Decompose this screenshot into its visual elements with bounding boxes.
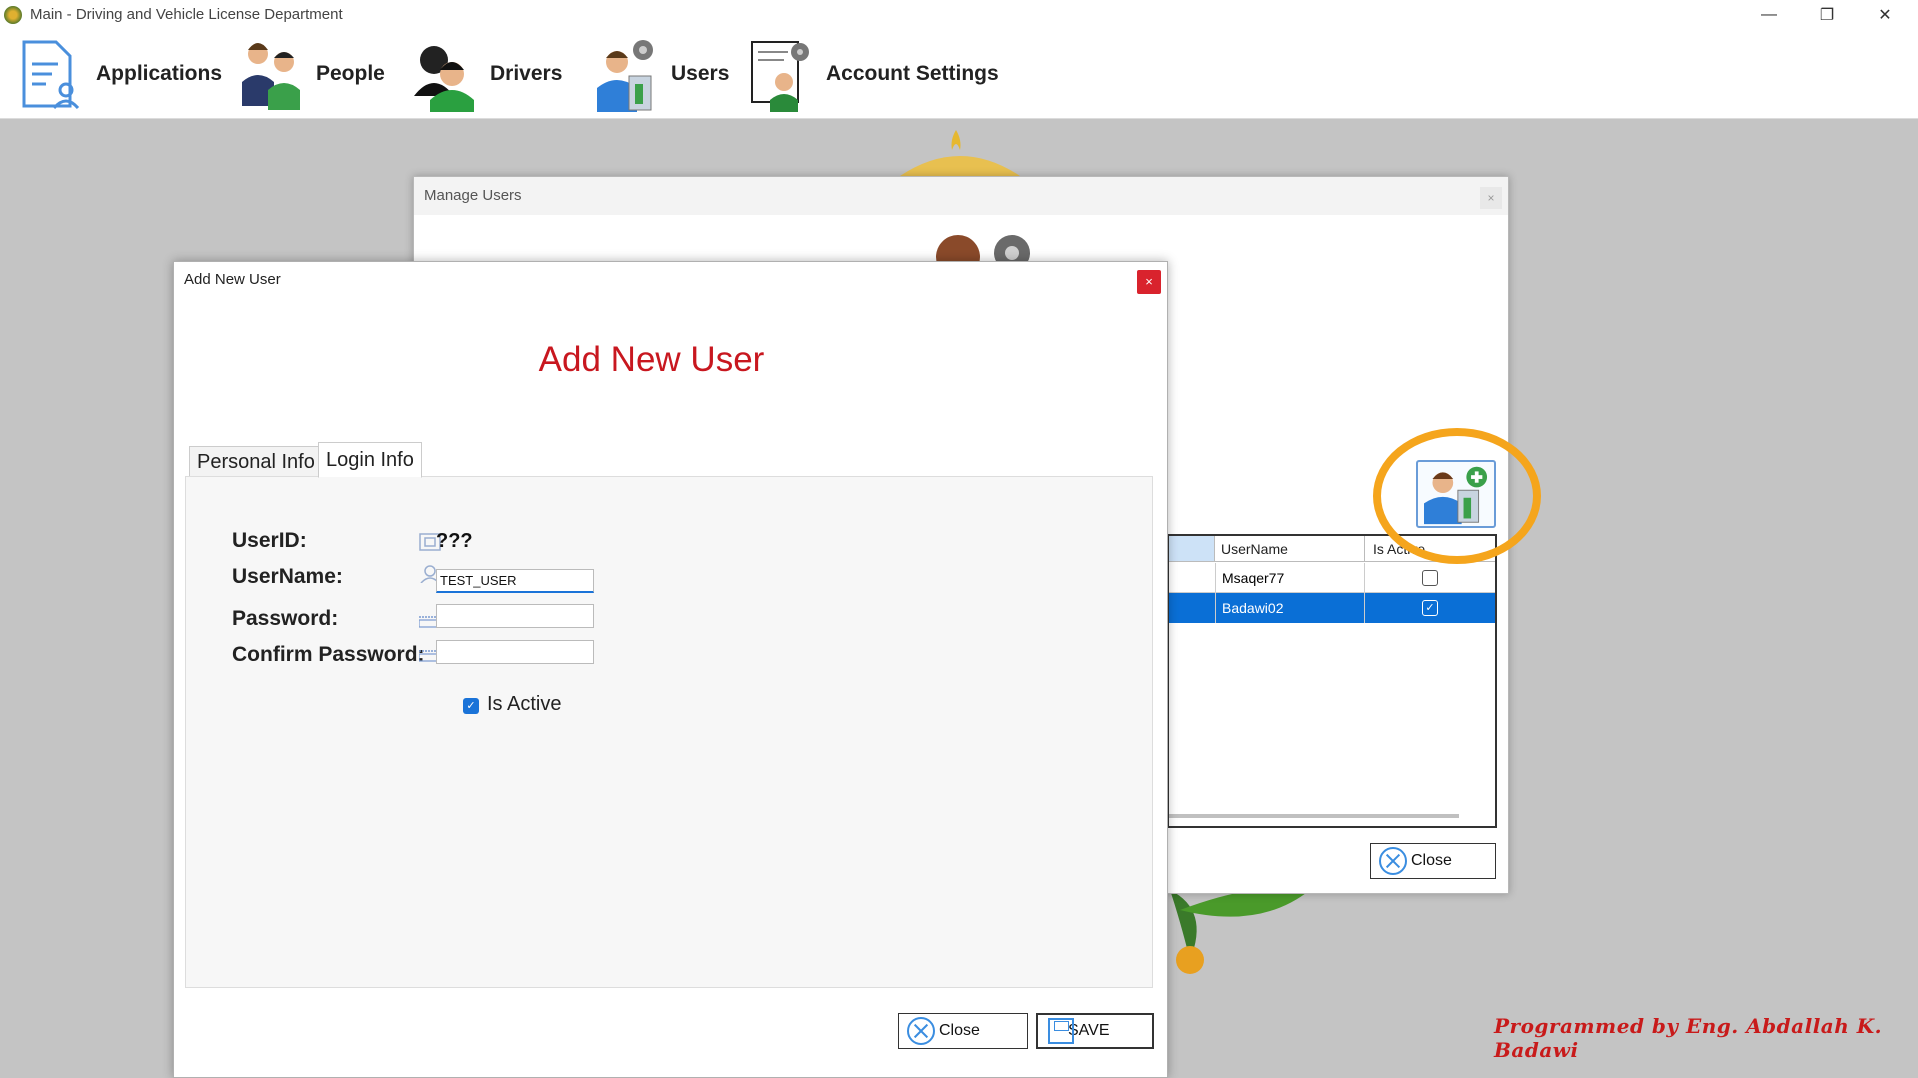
users-grid[interactable]: UserName Is Active Msaqer77 Badawi02 ✓ xyxy=(1167,534,1497,828)
username-label: UserName: xyxy=(232,565,343,588)
close-icon xyxy=(1379,847,1407,875)
window-close-button[interactable]: ✕ xyxy=(1856,0,1914,29)
main-menu-bar: Applications People Drivers Users Accoun… xyxy=(0,29,1918,119)
menu-users[interactable]: Users xyxy=(593,29,729,119)
add-new-user-dialog: Add New User × Add New User Personal Inf… xyxy=(173,261,1168,1078)
people-icon xyxy=(242,43,300,110)
grid-cell-is-active-checkbox[interactable]: ✓ xyxy=(1422,600,1438,616)
table-row[interactable]: Msaqer77 xyxy=(1169,563,1495,593)
add-user-title: Add New User xyxy=(184,271,281,288)
manage-users-title: Manage Users xyxy=(414,177,1508,215)
save-label: SAVE xyxy=(1068,1022,1110,1039)
is-active-label[interactable]: Is Active xyxy=(487,693,561,716)
menu-drivers[interactable]: Drivers xyxy=(412,29,562,119)
main-title-bar: Main - Driving and Vehicle License Depar… xyxy=(0,0,1918,29)
menu-drivers-label: Drivers xyxy=(490,62,563,85)
grid-cell-username: Badawi02 xyxy=(1215,593,1365,623)
users-icon xyxy=(597,40,653,112)
add-user-close-button[interactable]: Close xyxy=(898,1013,1028,1049)
table-row-selected[interactable]: Badawi02 ✓ xyxy=(1169,593,1495,623)
highlight-annotation-circle xyxy=(1373,428,1541,564)
grid-cell-is-active-checkbox[interactable] xyxy=(1422,569,1438,586)
password-input[interactable] xyxy=(436,604,594,628)
confirm-password-label: Confirm Password: xyxy=(232,643,425,666)
grid-cell-username: Msaqer77 xyxy=(1215,563,1365,592)
manage-users-close-button[interactable]: Close xyxy=(1370,843,1496,879)
restore-button[interactable]: ❐ xyxy=(1798,0,1856,29)
manage-users-close-icon[interactable]: × xyxy=(1480,187,1502,209)
add-user-close-icon[interactable]: × xyxy=(1137,270,1161,294)
confirm-password-input[interactable] xyxy=(436,640,594,664)
is-active-checkbox[interactable]: ✓ xyxy=(463,698,479,714)
add-user-close-label: Close xyxy=(939,1022,980,1039)
login-info-panel: UserID: ??? UserName: TEST_USER Password… xyxy=(185,476,1153,988)
menu-applications[interactable]: Applications xyxy=(18,29,222,119)
password-label: Password: xyxy=(232,607,339,630)
save-button[interactable]: SAVE xyxy=(1036,1013,1154,1049)
menu-people[interactable]: People xyxy=(238,29,385,119)
emblem-crown-image xyxy=(900,130,1020,176)
user-id-value: ??? xyxy=(436,530,473,552)
menu-applications-label: Applications xyxy=(96,62,223,85)
grid-header-spacer xyxy=(1169,536,1215,561)
grid-horizontal-scrollbar[interactable] xyxy=(1169,814,1459,818)
app-logo-icon xyxy=(4,5,22,24)
username-input[interactable]: TEST_USER xyxy=(436,569,594,593)
programmer-signature: Programmed by Eng. Abdallah K. Badawi xyxy=(1494,1014,1883,1062)
save-disk-icon xyxy=(1048,1018,1074,1044)
menu-account-settings[interactable]: Account Settings xyxy=(748,29,999,119)
window-title: Main - Driving and Vehicle License Depar… xyxy=(30,6,343,23)
manage-users-close-label: Close xyxy=(1411,852,1452,869)
account-settings-icon xyxy=(751,41,809,112)
add-user-heading: Add New User xyxy=(538,340,765,379)
user-id-label: UserID: xyxy=(232,529,307,552)
grid-header-username[interactable]: UserName xyxy=(1215,536,1365,561)
tab-personal-info[interactable]: Personal Info xyxy=(189,446,323,478)
menu-people-label: People xyxy=(316,62,385,85)
emblem-leaves-image xyxy=(1170,890,1310,974)
applications-icon xyxy=(22,40,80,110)
drivers-icon xyxy=(414,46,474,112)
tab-login-info[interactable]: Login Info xyxy=(318,442,422,478)
menu-users-label: Users xyxy=(671,62,730,85)
minimize-button[interactable]: — xyxy=(1740,0,1798,29)
close-icon xyxy=(907,1017,935,1045)
menu-account-settings-label: Account Settings xyxy=(826,62,999,85)
